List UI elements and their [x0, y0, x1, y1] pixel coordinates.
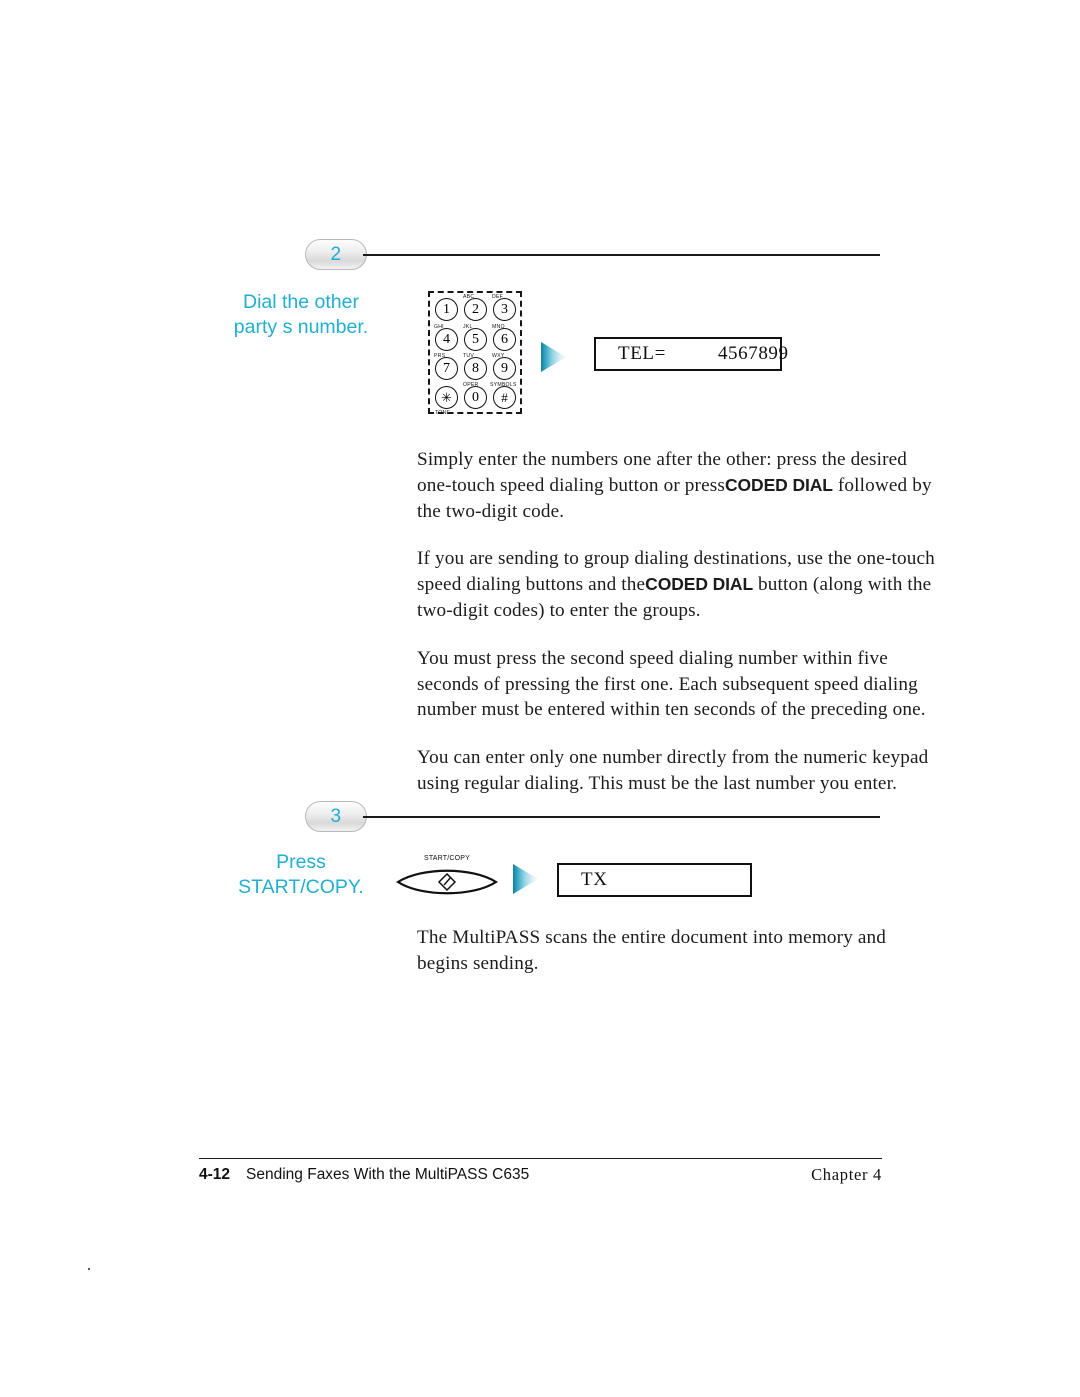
step-3-badge: 3	[305, 801, 367, 832]
keypad-key-5: 5	[464, 328, 487, 351]
flow-arrow-icon	[540, 340, 568, 374]
coded-dial-keyword-2: CODED DIAL	[645, 574, 754, 595]
paragraph-numeric-keypad: You can enter only one number directly f…	[417, 747, 929, 794]
keypad-key-6-digit: 6	[501, 331, 508, 347]
keypad-key-4: 4	[435, 328, 458, 351]
keypad-key-4-digit: 4	[443, 331, 450, 347]
keypad-row-4: ✳ TONE OPER 0 SYMBOLS #	[430, 382, 524, 417]
keypad-key-2: 2	[464, 298, 487, 321]
footer-left-block: 4-12 Sending Faxes With the MultiPASS C63…	[199, 1166, 529, 1184]
lcd-tel-value: 4567899	[717, 343, 789, 364]
page-speck	[88, 1268, 90, 1270]
step-3-body-text: The MultiPASS scans the entire document …	[417, 925, 937, 977]
keypad-key-0-digit: 0	[472, 389, 479, 405]
lcd-tel-label: TEL=	[618, 343, 666, 364]
keypad-key-1-digit: 1	[443, 301, 450, 317]
keypad-key-7: 7	[435, 357, 458, 380]
keypad-row-3: PRS 7 TUV 8 WXY 9	[430, 353, 524, 385]
step-2-lead-line-1: Dial the other	[243, 291, 359, 313]
paragraph-group-dialing: If you are sending to group dialing dest…	[417, 546, 937, 623]
paragraph-simply-enter-part-1: Simply enter the numbers one after the o…	[417, 449, 908, 496]
keypad-key-pound-digit: #	[501, 390, 508, 405]
keypad-key-9-digit: 9	[501, 360, 508, 376]
step-2-lead-line-2: party s number.	[233, 316, 369, 338]
coded-dial-keyword-1: CODED DIAL	[725, 474, 833, 495]
footer-page-number: 4-12	[199, 1166, 231, 1183]
start-copy-button-illustration: START/COPY	[395, 855, 499, 897]
keypad-row-2: GHI 4 JKL 5 MNO 6	[430, 324, 524, 356]
start-copy-button-label: START/COPY	[423, 855, 471, 862]
footer-divider	[199, 1158, 882, 1159]
keypad-key-0: 0	[464, 386, 487, 409]
step-3-divider: 3	[305, 801, 880, 833]
step-3-lead-line-1: Press	[276, 851, 326, 873]
keypad-key-9: 9	[493, 357, 516, 380]
keypad-key-5-digit: 5	[472, 331, 479, 347]
paragraph-five-seconds: You must press the second speed dialing …	[417, 647, 926, 721]
step-2-lead-text: Dial the other party s number.	[206, 290, 396, 340]
step-2-rule-line	[363, 254, 880, 256]
keypad-key-3-digit: 3	[501, 301, 508, 317]
keypad-key-2-digit: 2	[472, 301, 479, 317]
lcd-display-tx: TX	[557, 863, 752, 897]
keypad-key-3: 3	[493, 298, 516, 321]
step-3-lead-text: Press START/COPY.	[206, 850, 396, 900]
step-2-badge: 2	[305, 239, 367, 270]
keypad-key-asterisk-digit: ✳	[441, 390, 452, 405]
keypad-caption-tone: TONE	[435, 409, 451, 417]
keypad-key-asterisk: ✳	[435, 386, 458, 409]
lcd-display-tel: TEL= 4567899	[594, 337, 788, 371]
paragraph-multipass-scans: The MultiPASS scans the entire document …	[417, 927, 887, 974]
keypad-key-pound: #	[493, 386, 516, 409]
keypad-key-7-digit: 7	[443, 360, 450, 376]
keypad-row-1: 1 ABC 2 DEF 3	[430, 294, 524, 326]
step-2-divider: 2	[305, 239, 880, 271]
keypad-key-1: 1	[435, 298, 458, 321]
keypad-key-6: 6	[493, 328, 516, 351]
step-2-number: 2	[330, 243, 342, 265]
step-3-lead-line-2: START/COPY.	[238, 876, 364, 898]
step-3-number: 3	[330, 805, 342, 827]
step-2-body-text: Simply enter the numbers one after the o…	[417, 447, 937, 797]
document-page: 2 Dial the other party s number. 1 ABC 2…	[0, 0, 1080, 1397]
keypad-key-8-digit: 8	[472, 360, 479, 376]
footer-chapter: Chapter 4	[811, 1165, 882, 1184]
step-3-rule-line	[363, 816, 880, 818]
flow-arrow-icon-2	[512, 862, 540, 896]
numeric-keypad-illustration: 1 ABC 2 DEF 3 GHI 4 JKL 5 MNO 6 PRS 7 TU…	[428, 291, 524, 417]
footer-section-title: Sending Faxes With the MultiPASS C635	[246, 1166, 530, 1183]
keypad-key-8: 8	[464, 357, 487, 380]
lcd-tx-label: TX	[581, 869, 608, 890]
paragraph-simply-enter: Simply enter the numbers one after the o…	[417, 447, 937, 524]
